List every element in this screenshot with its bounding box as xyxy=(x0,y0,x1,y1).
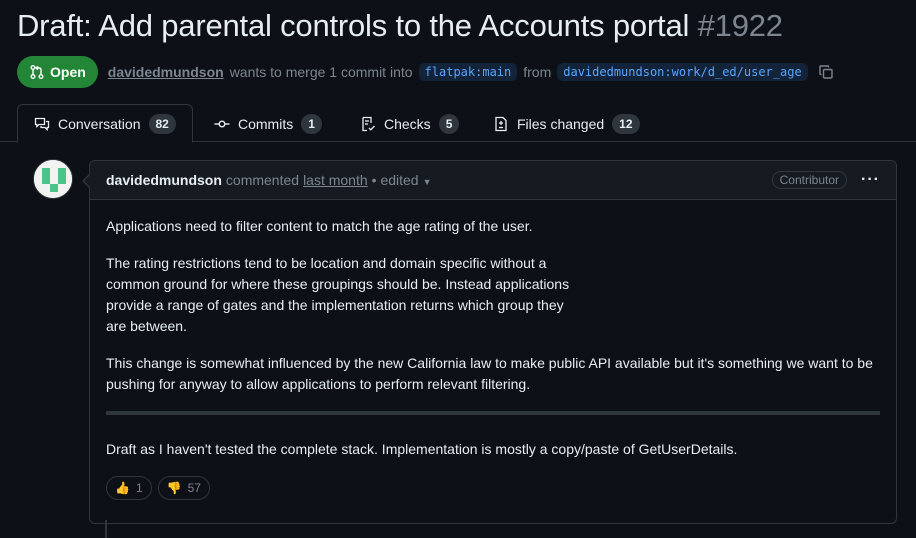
tab-counter: 12 xyxy=(612,113,640,134)
comment-box: davidedmundson commented last month • ed… xyxy=(82,160,897,524)
file-diff-icon xyxy=(495,116,507,131)
base-branch[interactable]: flatpak:main xyxy=(418,63,518,81)
tab-files-changed[interactable]: Files changed 12 xyxy=(477,104,656,143)
git-commit-icon xyxy=(214,119,230,127)
comment-discussion-icon xyxy=(34,117,50,131)
comment-paragraph: Applications need to filter content to m… xyxy=(106,218,533,234)
status-label: Open xyxy=(50,64,86,80)
tab-label: Files changed xyxy=(517,115,605,132)
reaction-thumbs-up[interactable]: 👍 1 xyxy=(106,476,152,500)
tab-counter: 82 xyxy=(148,113,176,134)
pr-title: Draft: Add parental controls to the Acco… xyxy=(17,8,783,44)
checklist-icon xyxy=(362,116,375,131)
edited-label: • edited xyxy=(371,172,419,188)
comment-paragraph: The rating restrictions tend to be locat… xyxy=(106,255,570,334)
pr-title-text: Draft: Add parental controls to the Acco… xyxy=(17,8,690,43)
status-badge: Open xyxy=(17,56,98,88)
kebab-horizontal-icon[interactable]: ··· xyxy=(861,171,880,189)
pr-meta: Open davidedmundson wants to merge 1 com… xyxy=(17,56,834,88)
from-text: from xyxy=(523,64,552,80)
tab-checks[interactable]: Checks 5 xyxy=(344,104,475,143)
comment-author[interactable]: davidedmundson xyxy=(106,172,222,188)
comment-paragraph: Draft as I haven't tested the complete s… xyxy=(106,441,738,457)
tab-label: Commits xyxy=(238,115,294,132)
copy-icon[interactable] xyxy=(818,64,834,80)
pr-author-link[interactable]: davidedmundson xyxy=(108,64,224,80)
merge-text: wants to merge 1 commit into xyxy=(229,64,413,80)
tab-conversation[interactable]: Conversation 82 xyxy=(17,104,193,143)
comment-header: davidedmundson commented last month • ed… xyxy=(90,161,896,200)
pr-tabs: Conversation 82 Commits 1 Checks 5 Files… xyxy=(0,104,916,143)
horizontal-rule xyxy=(106,411,880,415)
reaction-count: 1 xyxy=(135,480,143,495)
identicon-icon xyxy=(34,160,72,198)
avatar[interactable] xyxy=(33,159,73,199)
thumbs-up-icon: 👍 xyxy=(115,480,130,495)
reactions-bar: 👍 1 👎 57 xyxy=(106,476,880,500)
head-branch[interactable]: davidedmundson:work/d_ed/user_age xyxy=(557,63,808,81)
pr-number: #1922 xyxy=(697,8,783,43)
comment-paragraph: This change is somewhat influenced by th… xyxy=(106,355,873,392)
contributor-badge: Contributor xyxy=(771,171,848,189)
reaction-thumbs-down[interactable]: 👎 57 xyxy=(157,476,210,500)
tab-commits[interactable]: Commits 1 xyxy=(198,104,338,143)
tab-label: Conversation xyxy=(58,115,141,132)
triangle-down-icon: ▼ xyxy=(422,177,432,187)
comment-timestamp[interactable]: last month xyxy=(303,172,368,188)
edited-menu[interactable]: • edited ▼ xyxy=(372,172,432,188)
tab-counter: 1 xyxy=(301,113,322,134)
tab-counter: 5 xyxy=(438,113,460,134)
timeline-line xyxy=(105,520,107,538)
git-pull-request-icon xyxy=(30,65,44,79)
reaction-count: 57 xyxy=(187,480,201,495)
comment-body: Applications need to filter content to m… xyxy=(90,200,896,500)
tab-label: Checks xyxy=(384,115,431,132)
comment-action: commented xyxy=(225,172,300,188)
thumbs-down-icon: 👎 xyxy=(166,480,182,495)
